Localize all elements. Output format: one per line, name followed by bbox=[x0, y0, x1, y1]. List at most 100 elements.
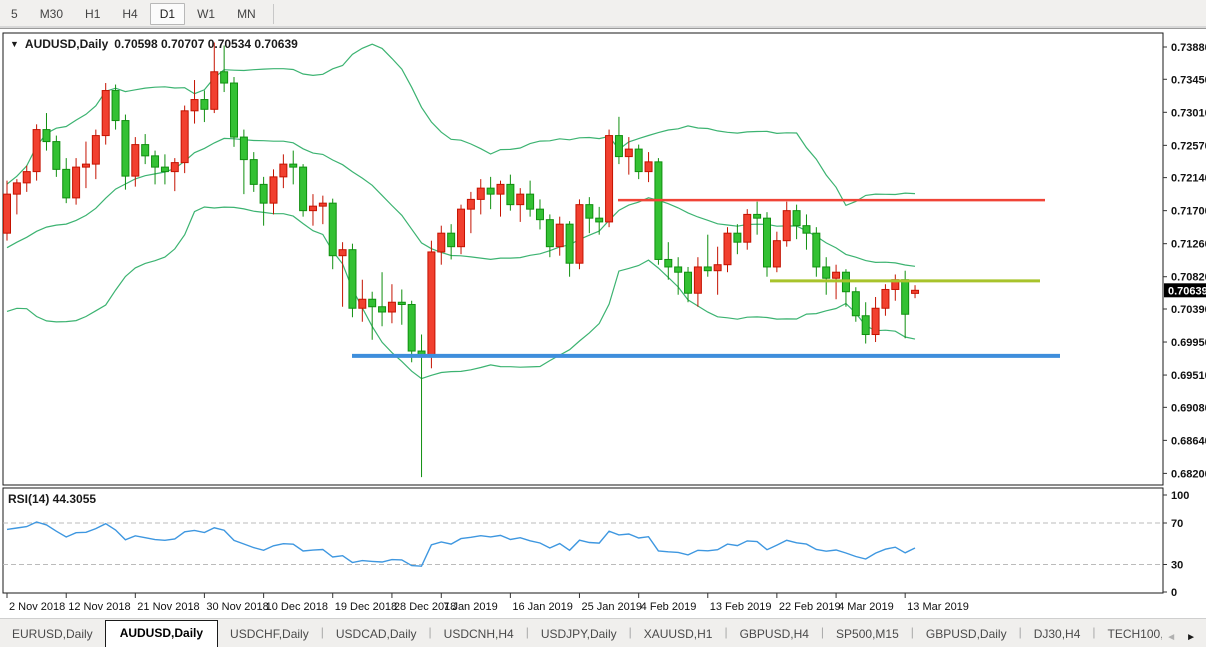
chart-window: 0.738800.734500.730100.725700.721400.717… bbox=[0, 29, 1206, 617]
rsi-indicator-label: RSI(14) 44.3055 bbox=[8, 492, 96, 506]
price-axis-label: 0.70390 bbox=[1171, 304, 1206, 316]
candle-body bbox=[507, 184, 514, 204]
candle-body bbox=[536, 209, 543, 220]
chart-menu-caret-icon[interactable]: ▼ bbox=[10, 39, 19, 49]
candle-body bbox=[13, 183, 20, 194]
time-axis-label: 30 Nov 2018 bbox=[206, 601, 268, 613]
chart-tab-usdcnh-h4[interactable]: USDCNH,H4 bbox=[432, 622, 526, 647]
candle-body bbox=[73, 167, 80, 198]
price-axis-label: 0.71700 bbox=[1171, 206, 1206, 218]
candle-body bbox=[527, 194, 534, 209]
timeframe-button-m30[interactable]: M30 bbox=[30, 3, 73, 25]
time-axis-label: 21 Nov 2018 bbox=[137, 601, 199, 613]
candle-body bbox=[438, 233, 445, 252]
chart-tab-usdchf-daily[interactable]: USDCHF,Daily bbox=[218, 622, 321, 647]
rsi-axis-label: 0 bbox=[1171, 587, 1177, 599]
chart-tab-xauusd-h1[interactable]: XAUUSD,H1 bbox=[632, 622, 725, 647]
candle-body bbox=[675, 267, 682, 272]
candle-body bbox=[773, 241, 780, 267]
price-axis-label: 0.68200 bbox=[1171, 468, 1206, 480]
timeframe-button-h1[interactable]: H1 bbox=[75, 3, 110, 25]
price-axis-label: 0.73010 bbox=[1171, 107, 1206, 119]
candle-body bbox=[912, 290, 919, 293]
candle-body bbox=[102, 91, 109, 136]
candle-body bbox=[181, 111, 188, 163]
candle-body bbox=[250, 160, 257, 185]
price-axis-label: 0.72140 bbox=[1171, 173, 1206, 185]
candle-body bbox=[4, 194, 11, 233]
price-chart-canvas: 0.738800.734500.730100.725700.721400.717… bbox=[0, 29, 1206, 617]
time-axis-label: 12 Nov 2018 bbox=[68, 601, 130, 613]
chart-tab-tech100-h1[interactable]: TECH100,H1 bbox=[1096, 622, 1163, 647]
candle-body bbox=[270, 177, 277, 203]
time-axis-label: 13 Feb 2019 bbox=[710, 601, 772, 613]
candle-body bbox=[645, 162, 652, 172]
time-axis-label: 16 Jan 2019 bbox=[512, 601, 573, 613]
candle-body bbox=[487, 188, 494, 194]
rsi-line[interactable] bbox=[7, 522, 915, 566]
candle-body bbox=[349, 250, 356, 309]
candle-body bbox=[763, 218, 770, 267]
tab-scroll-right-icon[interactable]: ► bbox=[1186, 632, 1196, 643]
candle-body bbox=[171, 163, 178, 172]
chart-title: ▼ AUDUSD,Daily 0.70598 0.70707 0.70534 0… bbox=[10, 37, 298, 51]
candle-body bbox=[339, 250, 346, 256]
candle-body bbox=[398, 302, 405, 304]
price-axis-label: 0.71260 bbox=[1171, 239, 1206, 251]
chart-tab-dj30-h4[interactable]: DJ30,H4 bbox=[1022, 622, 1093, 647]
candle-body bbox=[852, 292, 859, 316]
chart-tab-audusd-daily[interactable]: AUDUSD,Daily bbox=[105, 620, 218, 647]
candle-body bbox=[329, 203, 336, 256]
chart-tab-gbpusd-h4[interactable]: GBPUSD,H4 bbox=[728, 622, 821, 647]
candle-body bbox=[803, 226, 810, 234]
price-axis[interactable]: 0.738800.734500.730100.725700.721400.717… bbox=[1163, 42, 1206, 599]
candle-body bbox=[714, 265, 721, 271]
chart-tab-bar: EURUSD,DailyAUDUSD,DailyUSDCHF,Daily|USD… bbox=[0, 618, 1206, 647]
time-axis-label: 13 Mar 2019 bbox=[907, 601, 969, 613]
time-axis-label: 22 Feb 2019 bbox=[779, 601, 841, 613]
candle-body bbox=[63, 169, 70, 198]
chart-tab-usdcad-daily[interactable]: USDCAD,Daily bbox=[324, 622, 429, 647]
timeframe-button-d1[interactable]: D1 bbox=[150, 3, 185, 25]
candle-body bbox=[497, 184, 504, 194]
candle-body bbox=[704, 267, 711, 271]
mt4-terminal: { "toolbar": { "timeframes": [ {"label":… bbox=[0, 0, 1206, 646]
candle-body bbox=[724, 233, 731, 265]
candle-body bbox=[132, 145, 139, 177]
candle-body bbox=[290, 164, 297, 167]
candle-body bbox=[240, 137, 247, 160]
price-axis-label: 0.72570 bbox=[1171, 140, 1206, 152]
candle-body bbox=[458, 209, 465, 247]
timeframe-button-5[interactable]: 5 bbox=[1, 3, 28, 25]
chart-tab-eurusd-daily[interactable]: EURUSD,Daily bbox=[0, 622, 105, 647]
rsi-axis-label: 100 bbox=[1171, 490, 1189, 502]
current-price-tag-value: 0.70639 bbox=[1168, 285, 1206, 297]
candle-body bbox=[823, 267, 830, 278]
time-axis-label: 4 Mar 2019 bbox=[838, 601, 894, 613]
candle-body bbox=[744, 214, 751, 242]
candle-body bbox=[517, 194, 524, 205]
candle-body bbox=[221, 72, 228, 83]
chart-tab-gbpusd-daily[interactable]: GBPUSD,Daily bbox=[914, 622, 1019, 647]
candle-body bbox=[546, 220, 553, 247]
timeframe-button-h4[interactable]: H4 bbox=[112, 3, 147, 25]
candle-body bbox=[428, 252, 435, 357]
candle-body bbox=[576, 205, 583, 264]
timeframe-button-w1[interactable]: W1 bbox=[187, 3, 225, 25]
chart-tab-usdjpy-daily[interactable]: USDJPY,Daily bbox=[529, 622, 629, 647]
time-axis-label: 4 Feb 2019 bbox=[641, 601, 697, 613]
candle-body bbox=[142, 145, 149, 156]
bollinger-upper-band[interactable] bbox=[7, 44, 915, 205]
chart-tab-sp500-m15[interactable]: SP500,M15 bbox=[824, 622, 911, 647]
time-axis[interactable]: 2 Nov 201812 Nov 201821 Nov 201830 Nov 2… bbox=[7, 593, 969, 613]
candle-body bbox=[53, 142, 60, 170]
timeframe-button-mn[interactable]: MN bbox=[227, 3, 266, 25]
candle-body bbox=[201, 100, 208, 110]
toolbar-separator bbox=[273, 4, 274, 24]
candle-body bbox=[152, 156, 159, 167]
candle-body bbox=[280, 164, 287, 177]
candle-body bbox=[448, 233, 455, 247]
rsi-axis-label: 30 bbox=[1171, 560, 1183, 572]
candle-body bbox=[260, 184, 267, 203]
tab-scroll-left-icon[interactable]: ◄ bbox=[1166, 632, 1176, 643]
